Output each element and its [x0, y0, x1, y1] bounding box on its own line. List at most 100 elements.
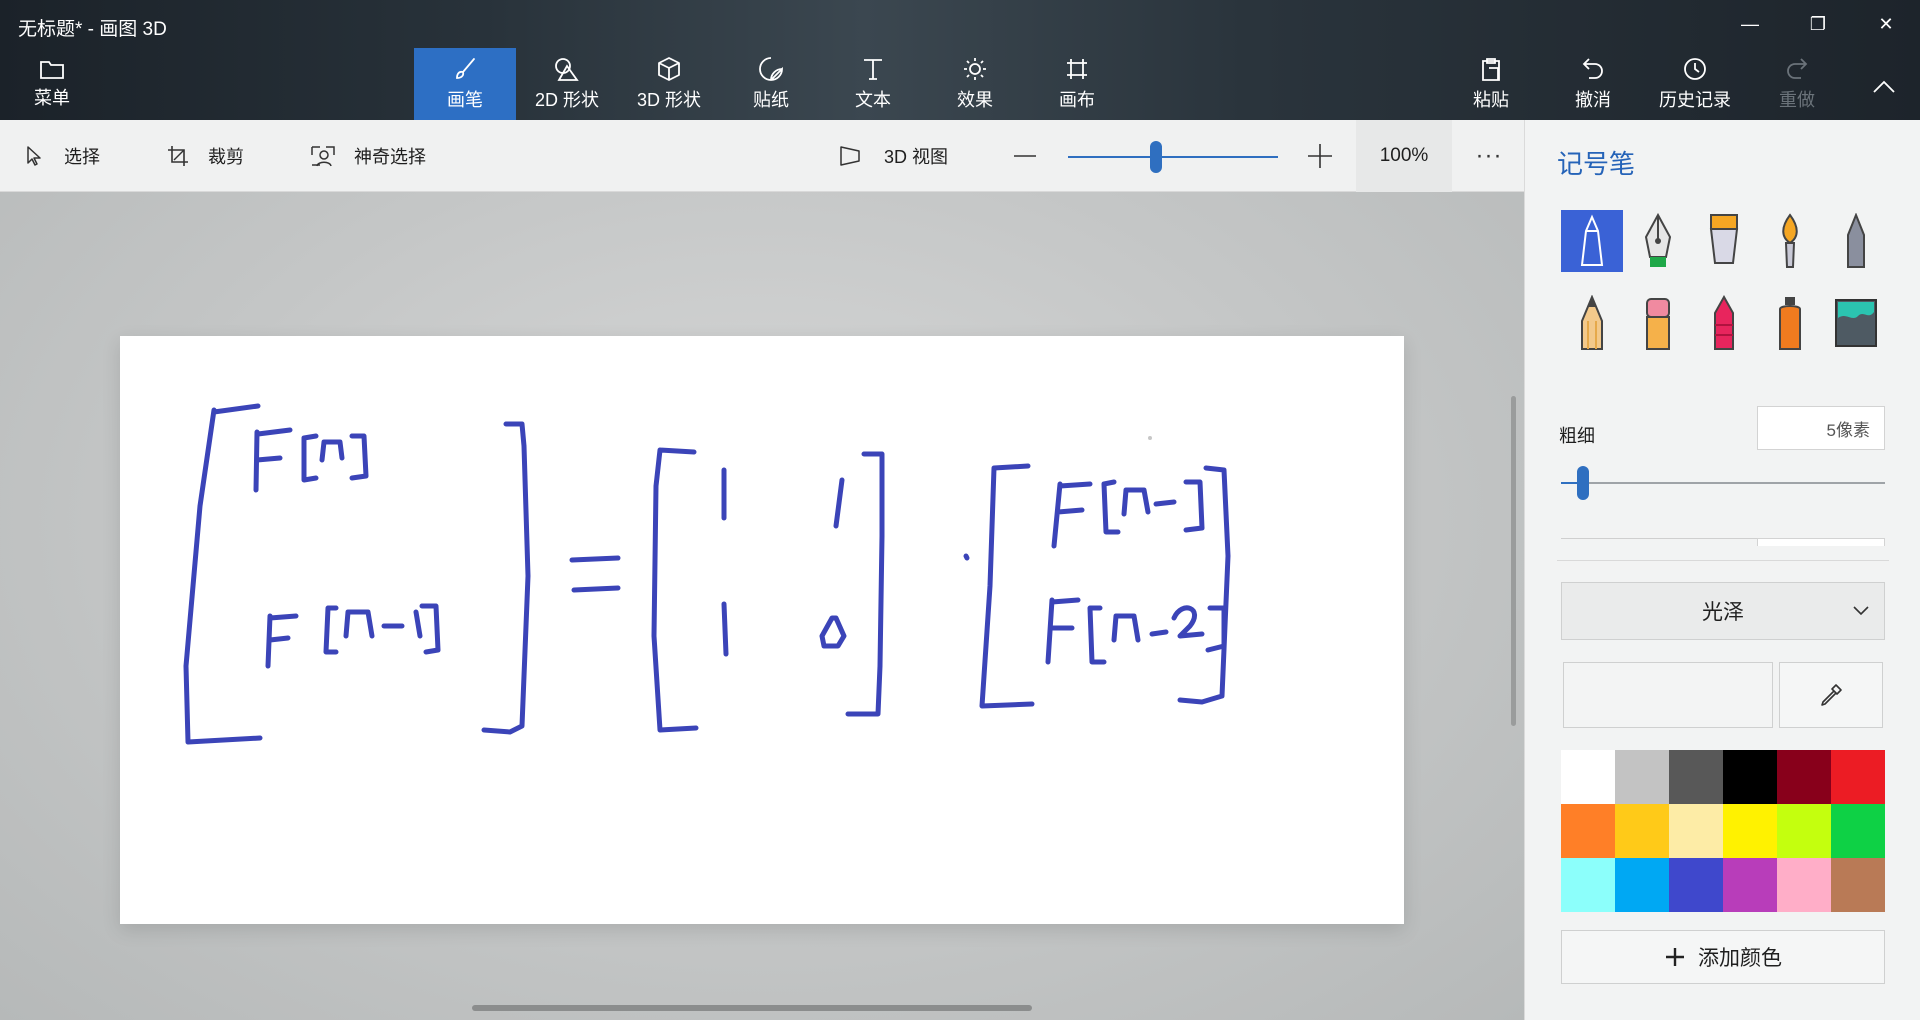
pencil-brush[interactable]: [1561, 292, 1623, 354]
sticker-icon: [759, 57, 783, 81]
color-swatch[interactable]: [1561, 804, 1615, 858]
color-swatch[interactable]: [1615, 858, 1669, 912]
paste-label: 粘贴: [1473, 90, 1509, 110]
color-swatch[interactable]: [1777, 750, 1831, 804]
folder-icon: [40, 61, 64, 79]
workspace: [0, 192, 1524, 1020]
undo-icon: [1582, 58, 1603, 79]
thickness-slider-track[interactable]: [1561, 482, 1885, 484]
tab-canvas[interactable]: 画布: [1026, 48, 1128, 120]
tab-label: 文本: [855, 90, 891, 110]
text-icon: [864, 59, 882, 80]
fill-brush[interactable]: [1825, 292, 1887, 354]
color-swatch[interactable]: [1777, 858, 1831, 912]
crop-icon: [168, 146, 188, 166]
eraser-brush[interactable]: [1627, 292, 1689, 354]
pencil-icon: [1581, 295, 1603, 350]
calligraphy-pen-icon: [1644, 213, 1672, 267]
vertical-scrollbar[interactable]: [1511, 396, 1516, 726]
tab-brushes[interactable]: 画笔: [414, 48, 516, 120]
current-color-preview[interactable]: [1563, 662, 1773, 728]
calligraphy-pen-brush[interactable]: [1627, 210, 1689, 272]
menu-button[interactable]: 菜单: [22, 58, 82, 110]
color-swatch[interactable]: [1615, 750, 1669, 804]
window-title: 无标题* - 画图 3D: [18, 19, 167, 40]
minimize-button[interactable]: —: [1716, 0, 1784, 48]
color-swatch[interactable]: [1669, 858, 1723, 912]
color-swatch[interactable]: [1669, 750, 1723, 804]
spray-can-brush[interactable]: [1759, 292, 1821, 354]
tab-label: 画笔: [447, 90, 483, 110]
color-swatch[interactable]: [1723, 804, 1777, 858]
undo-label: 撤消: [1575, 90, 1611, 110]
color-swatch[interactable]: [1831, 858, 1885, 912]
magic-select-label: 神奇选择: [354, 147, 426, 167]
eyedropper-button[interactable]: [1779, 662, 1883, 728]
color-palette: [1561, 750, 1885, 912]
tab-3d-shapes[interactable]: 3D 形状: [618, 48, 720, 120]
finish-dropdown[interactable]: 光泽: [1561, 582, 1885, 640]
pixel-pen-brush[interactable]: [1825, 210, 1887, 272]
maximize-button[interactable]: ❐: [1784, 0, 1852, 48]
oil-brush[interactable]: [1693, 210, 1755, 272]
horizontal-scrollbar[interactable]: [472, 1005, 1032, 1011]
crop-tool[interactable]: 裁剪: [166, 120, 244, 192]
watercolor-brush[interactable]: [1759, 210, 1821, 272]
thickness-label: 粗细: [1559, 426, 1595, 446]
collapse-ribbon-button[interactable]: [1864, 72, 1904, 102]
select-tool[interactable]: 选择: [24, 120, 100, 192]
color-swatch[interactable]: [1723, 858, 1777, 912]
finish-value: 光泽: [1702, 601, 1744, 624]
tab-stickers[interactable]: 贴纸: [720, 48, 822, 120]
secondary-toolbar: 选择 裁剪 神奇选择 3D 视图 100% ···: [0, 120, 1524, 192]
zoom-slider-thumb[interactable]: [1150, 141, 1163, 173]
tab-text[interactable]: 文本: [822, 48, 924, 120]
cube-icon: [658, 57, 680, 81]
history-button[interactable]: 历史记录: [1644, 48, 1746, 120]
tab-effects[interactable]: 效果: [924, 48, 1026, 120]
color-swatch[interactable]: [1615, 804, 1669, 858]
color-swatch[interactable]: [1561, 858, 1615, 912]
add-color-label: 添加颜色: [1698, 947, 1782, 970]
view-3d-icon: [840, 146, 860, 166]
redo-button[interactable]: 重做: [1746, 48, 1848, 120]
close-button[interactable]: ✕: [1852, 0, 1920, 48]
thickness-slider-thumb[interactable]: [1577, 466, 1590, 500]
paste-button[interactable]: 粘贴: [1440, 48, 1542, 120]
view-3d-toggle[interactable]: 3D 视图: [838, 120, 948, 192]
drawing-canvas[interactable]: [120, 336, 1404, 924]
color-swatch[interactable]: [1723, 750, 1777, 804]
marker-brush[interactable]: [1561, 210, 1623, 272]
color-swatch[interactable]: [1831, 750, 1885, 804]
redo-label: 重做: [1779, 90, 1815, 110]
add-color-button[interactable]: 添加颜色: [1561, 930, 1885, 984]
brush-grid: [1561, 210, 1891, 374]
marker-icon: [1580, 214, 1604, 266]
watercolor-icon: [1782, 213, 1798, 268]
oil-brush-icon: [1709, 214, 1739, 264]
undo-button[interactable]: 撤消: [1542, 48, 1644, 120]
tab-label: 3D 形状: [636, 90, 701, 110]
zoom-level[interactable]: 100%: [1356, 120, 1452, 192]
color-swatch[interactable]: [1777, 804, 1831, 858]
crop-label: 裁剪: [208, 147, 244, 167]
eyedropper-icon: [1821, 684, 1842, 706]
zoom-out-icon[interactable]: [1012, 144, 1038, 168]
pixel-pen-icon: [1847, 213, 1865, 268]
eraser-icon: [1646, 298, 1670, 350]
zoom-in-icon[interactable]: [1306, 142, 1334, 170]
brush-icon: [456, 58, 475, 79]
color-swatch[interactable]: [1561, 750, 1615, 804]
magic-select-icon: [311, 146, 335, 167]
paste-icon: [1482, 58, 1500, 81]
magic-select-tool[interactable]: 神奇选择: [310, 120, 426, 192]
color-swatch[interactable]: [1669, 804, 1723, 858]
tab-2d-shapes[interactable]: 2D 形状: [516, 48, 618, 120]
more-options-button[interactable]: ···: [1460, 120, 1518, 192]
tool-tabs: 画笔 2D 形状 3D 形状 贴纸 文本 效果 画布: [414, 48, 1128, 120]
thickness-field[interactable]: 5像素: [1757, 406, 1885, 450]
color-swatch[interactable]: [1831, 804, 1885, 858]
crayon-brush[interactable]: [1693, 292, 1755, 354]
zoom-slider-track[interactable]: [1068, 156, 1278, 158]
redo-icon: [1787, 58, 1808, 79]
